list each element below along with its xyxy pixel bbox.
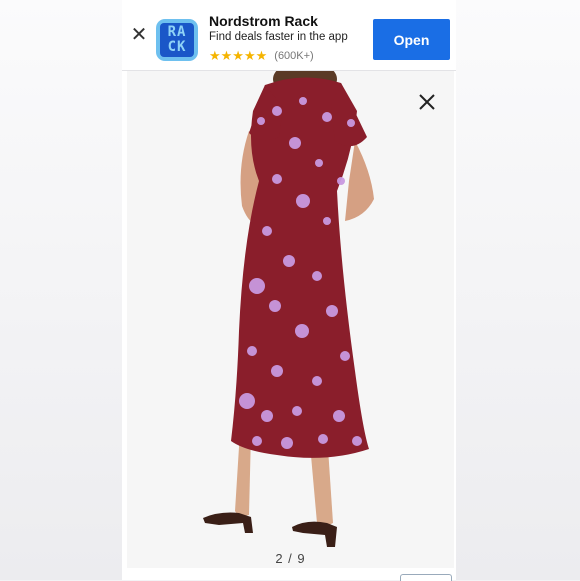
product-image-viewer[interactable]: 2 / 9 xyxy=(127,71,454,568)
viewer-close-icon[interactable] xyxy=(418,93,436,111)
product-photo xyxy=(127,71,454,568)
app-rating: ★★★★★ (600K+) xyxy=(209,48,314,64)
phone-screen: ✕ RA CK Nordstrom Rack Find deals faster… xyxy=(122,0,456,580)
left-background xyxy=(0,0,122,580)
right-background xyxy=(456,0,580,580)
app-icon: RA CK xyxy=(156,19,198,61)
app-logo: RA CK xyxy=(160,23,194,57)
app-logo-top: RA xyxy=(167,24,187,40)
open-app-button[interactable]: Open xyxy=(373,19,450,60)
image-counter: 2 / 9 xyxy=(275,551,306,566)
app-name: Nordstrom Rack xyxy=(209,13,318,29)
review-count: (600K+) xyxy=(274,50,314,62)
app-tagline: Find deals faster in the app xyxy=(209,31,348,43)
rating-stars: ★★★★★ xyxy=(209,48,268,63)
banner-close-icon[interactable]: ✕ xyxy=(130,25,148,45)
app-install-banner: ✕ RA CK Nordstrom Rack Find deals faster… xyxy=(122,0,456,71)
app-logo-bottom: CK xyxy=(167,39,187,55)
